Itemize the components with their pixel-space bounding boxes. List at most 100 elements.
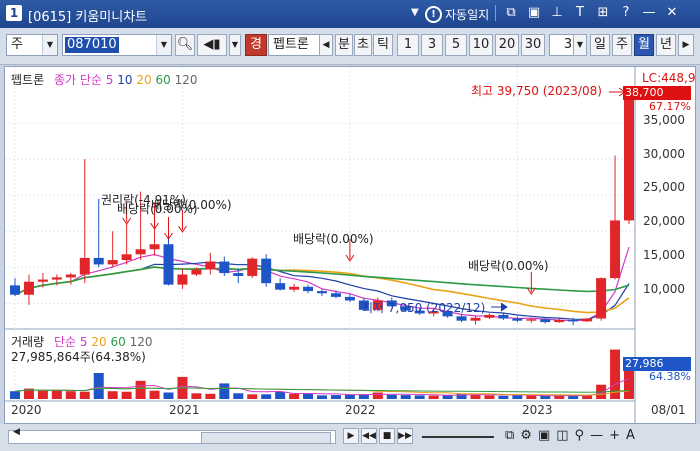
candle-body — [554, 319, 565, 323]
forward-icon[interactable]: ▶▶ — [397, 428, 413, 444]
chart-panel[interactable]: 펩트론 종가 단순 5 10 20 60 120 최고 39,750 (2023… — [4, 66, 696, 424]
candle-body — [330, 293, 341, 297]
tab-weekly[interactable]: 주 — [612, 34, 632, 56]
candle-body — [177, 274, 188, 285]
volume-bar — [303, 393, 314, 399]
volume-bar — [149, 390, 160, 399]
candle-body — [79, 257, 90, 275]
zoom-out-icon[interactable]: — — [590, 428, 603, 443]
volume-bar — [526, 395, 537, 399]
tab-yearly[interactable]: 년 — [656, 34, 676, 56]
pin-icon[interactable]: ⊥ — [549, 5, 565, 21]
volume-info: 27,985,864주(64.38%) — [11, 350, 146, 364]
interval-10[interactable]: 10 — [469, 34, 493, 56]
x-label-2021: 2021 — [169, 403, 200, 417]
tab-second[interactable]: 초 — [354, 34, 372, 56]
candle-body — [596, 278, 607, 319]
stop-icon[interactable]: ■ — [379, 428, 395, 444]
candle-body — [456, 316, 467, 321]
restore-icon[interactable]: ⧉ — [503, 5, 519, 21]
lc-label: LC:448,9 — [642, 71, 696, 85]
volume-bar — [37, 390, 48, 399]
volume-bar — [289, 393, 300, 399]
auto-log-button[interactable]: ! 자동일지 — [425, 6, 489, 23]
volume-bar — [512, 395, 523, 399]
search-icon[interactable]: 🔍︎ — [175, 34, 195, 56]
candle-body — [498, 314, 509, 319]
chart-toolbar: 주 ▼ 087010 ▼ 🔍︎ ◀▮ ▼ 경 펩트론 ◀ 분 초 틱 1 3 5… — [0, 28, 700, 65]
zoom-icon[interactable]: ⚲ — [575, 428, 585, 443]
window-number-badge[interactable]: 1 — [6, 5, 22, 21]
play-icon[interactable]: ▶ — [343, 428, 359, 444]
candle-body — [317, 291, 327, 294]
volume-bar — [498, 395, 509, 399]
dividend-label-3: 배당락(0.00%) — [151, 198, 232, 212]
window-icon[interactable]: ▣ — [526, 5, 542, 21]
title-icon-group: ⧉ ▣ ⊥ T ⊞ ? — ✕ — [503, 5, 680, 21]
min-price-label: 최저 7,050 (2022/12) — [362, 301, 486, 315]
interval-1[interactable]: 1 — [397, 34, 419, 56]
speaker-icon[interactable]: ◀▮ — [197, 34, 227, 56]
tab-daily[interactable]: 일 — [590, 34, 610, 56]
grid-icon[interactable]: ⊞ — [595, 5, 611, 21]
rewind-icon[interactable]: ◀◀ — [361, 428, 377, 444]
volume-bar — [568, 395, 579, 399]
help-icon[interactable]: ? — [618, 5, 634, 21]
chevron-down-icon[interactable]: ▼ — [42, 35, 57, 55]
minimize-icon[interactable]: — — [641, 5, 657, 21]
title-caret-icon[interactable]: ▼ — [411, 7, 419, 18]
volume-bar — [121, 391, 132, 399]
interval-3[interactable]: 3 — [421, 34, 443, 56]
copy-icon[interactable]: ⧉ — [505, 428, 514, 443]
volume-bar — [386, 394, 397, 399]
volume-bar — [233, 393, 244, 399]
x-label-2023: 2023 — [522, 403, 553, 417]
volume-bar — [275, 391, 286, 399]
volume-badge: 27,986 — [623, 357, 691, 371]
speaker-dropdown-icon[interactable]: ▼ — [229, 34, 241, 56]
current-price-badge: 38,700 — [623, 86, 691, 100]
font-size-icon[interactable]: A — [626, 428, 635, 443]
next-arrow-icon[interactable]: ▶ — [678, 34, 694, 56]
text-icon[interactable]: T — [572, 5, 588, 21]
market-select[interactable]: 주 ▼ — [6, 34, 58, 56]
tab-monthly[interactable]: 월 — [634, 34, 654, 56]
candle-body — [484, 314, 495, 318]
legend-vol-ma60: 60 — [110, 335, 126, 349]
tab-tick[interactable]: 틱 — [373, 34, 393, 56]
zoom-slider[interactable] — [422, 436, 494, 438]
candle-body — [163, 244, 174, 285]
scroll-thumb[interactable] — [201, 432, 331, 444]
volume-bar — [163, 392, 174, 399]
candle-body — [10, 285, 20, 295]
candle-body — [470, 317, 481, 321]
stock-code-input[interactable]: 087010 ▼ — [62, 34, 172, 56]
interval-30[interactable]: 30 — [521, 34, 545, 56]
window-icon[interactable]: ▣ — [538, 428, 550, 443]
tab-minute[interactable]: 분 — [335, 34, 353, 56]
chart-scrollbar[interactable]: ◀ — [8, 427, 336, 444]
interval-20[interactable]: 20 — [495, 34, 519, 56]
prev-arrow-icon[interactable]: ◀ — [319, 34, 333, 56]
legend-vol-ma120: 120 — [129, 335, 153, 349]
title-bar: 1 [0615] 키움미니차트 ▼ ! 자동일지 ⧉ ▣ ⊥ T ⊞ ? — ✕ — [0, 0, 700, 28]
stock-code-value: 087010 — [65, 37, 119, 53]
candle-body — [37, 279, 48, 282]
candle-body — [107, 260, 118, 265]
max-price-label: 최고 39,750 (2023/08) — [471, 84, 602, 98]
interval-5[interactable]: 5 — [445, 34, 467, 56]
code-dropdown-icon[interactable]: ▼ — [156, 35, 171, 55]
scroll-left-icon[interactable]: ◀ — [13, 427, 20, 437]
volume-pct-label: 64.38% — [649, 370, 691, 383]
volume-bar — [219, 383, 230, 399]
candle-body — [219, 261, 230, 274]
settings-icon[interactable]: ⚙ — [520, 428, 532, 443]
layout-icon[interactable]: ◫ — [556, 428, 568, 443]
count-dropdown-icon[interactable]: ▼ — [573, 34, 587, 56]
dividend-label-4: 배당락(0.00%) — [293, 232, 374, 246]
legend-vol-ma20: 20 — [91, 335, 107, 349]
price-axis-25000: 25,000 — [643, 180, 685, 194]
close-icon[interactable]: ✕ — [664, 5, 680, 21]
zoom-in-icon[interactable]: + — [609, 428, 620, 443]
volume-bar — [540, 395, 551, 399]
